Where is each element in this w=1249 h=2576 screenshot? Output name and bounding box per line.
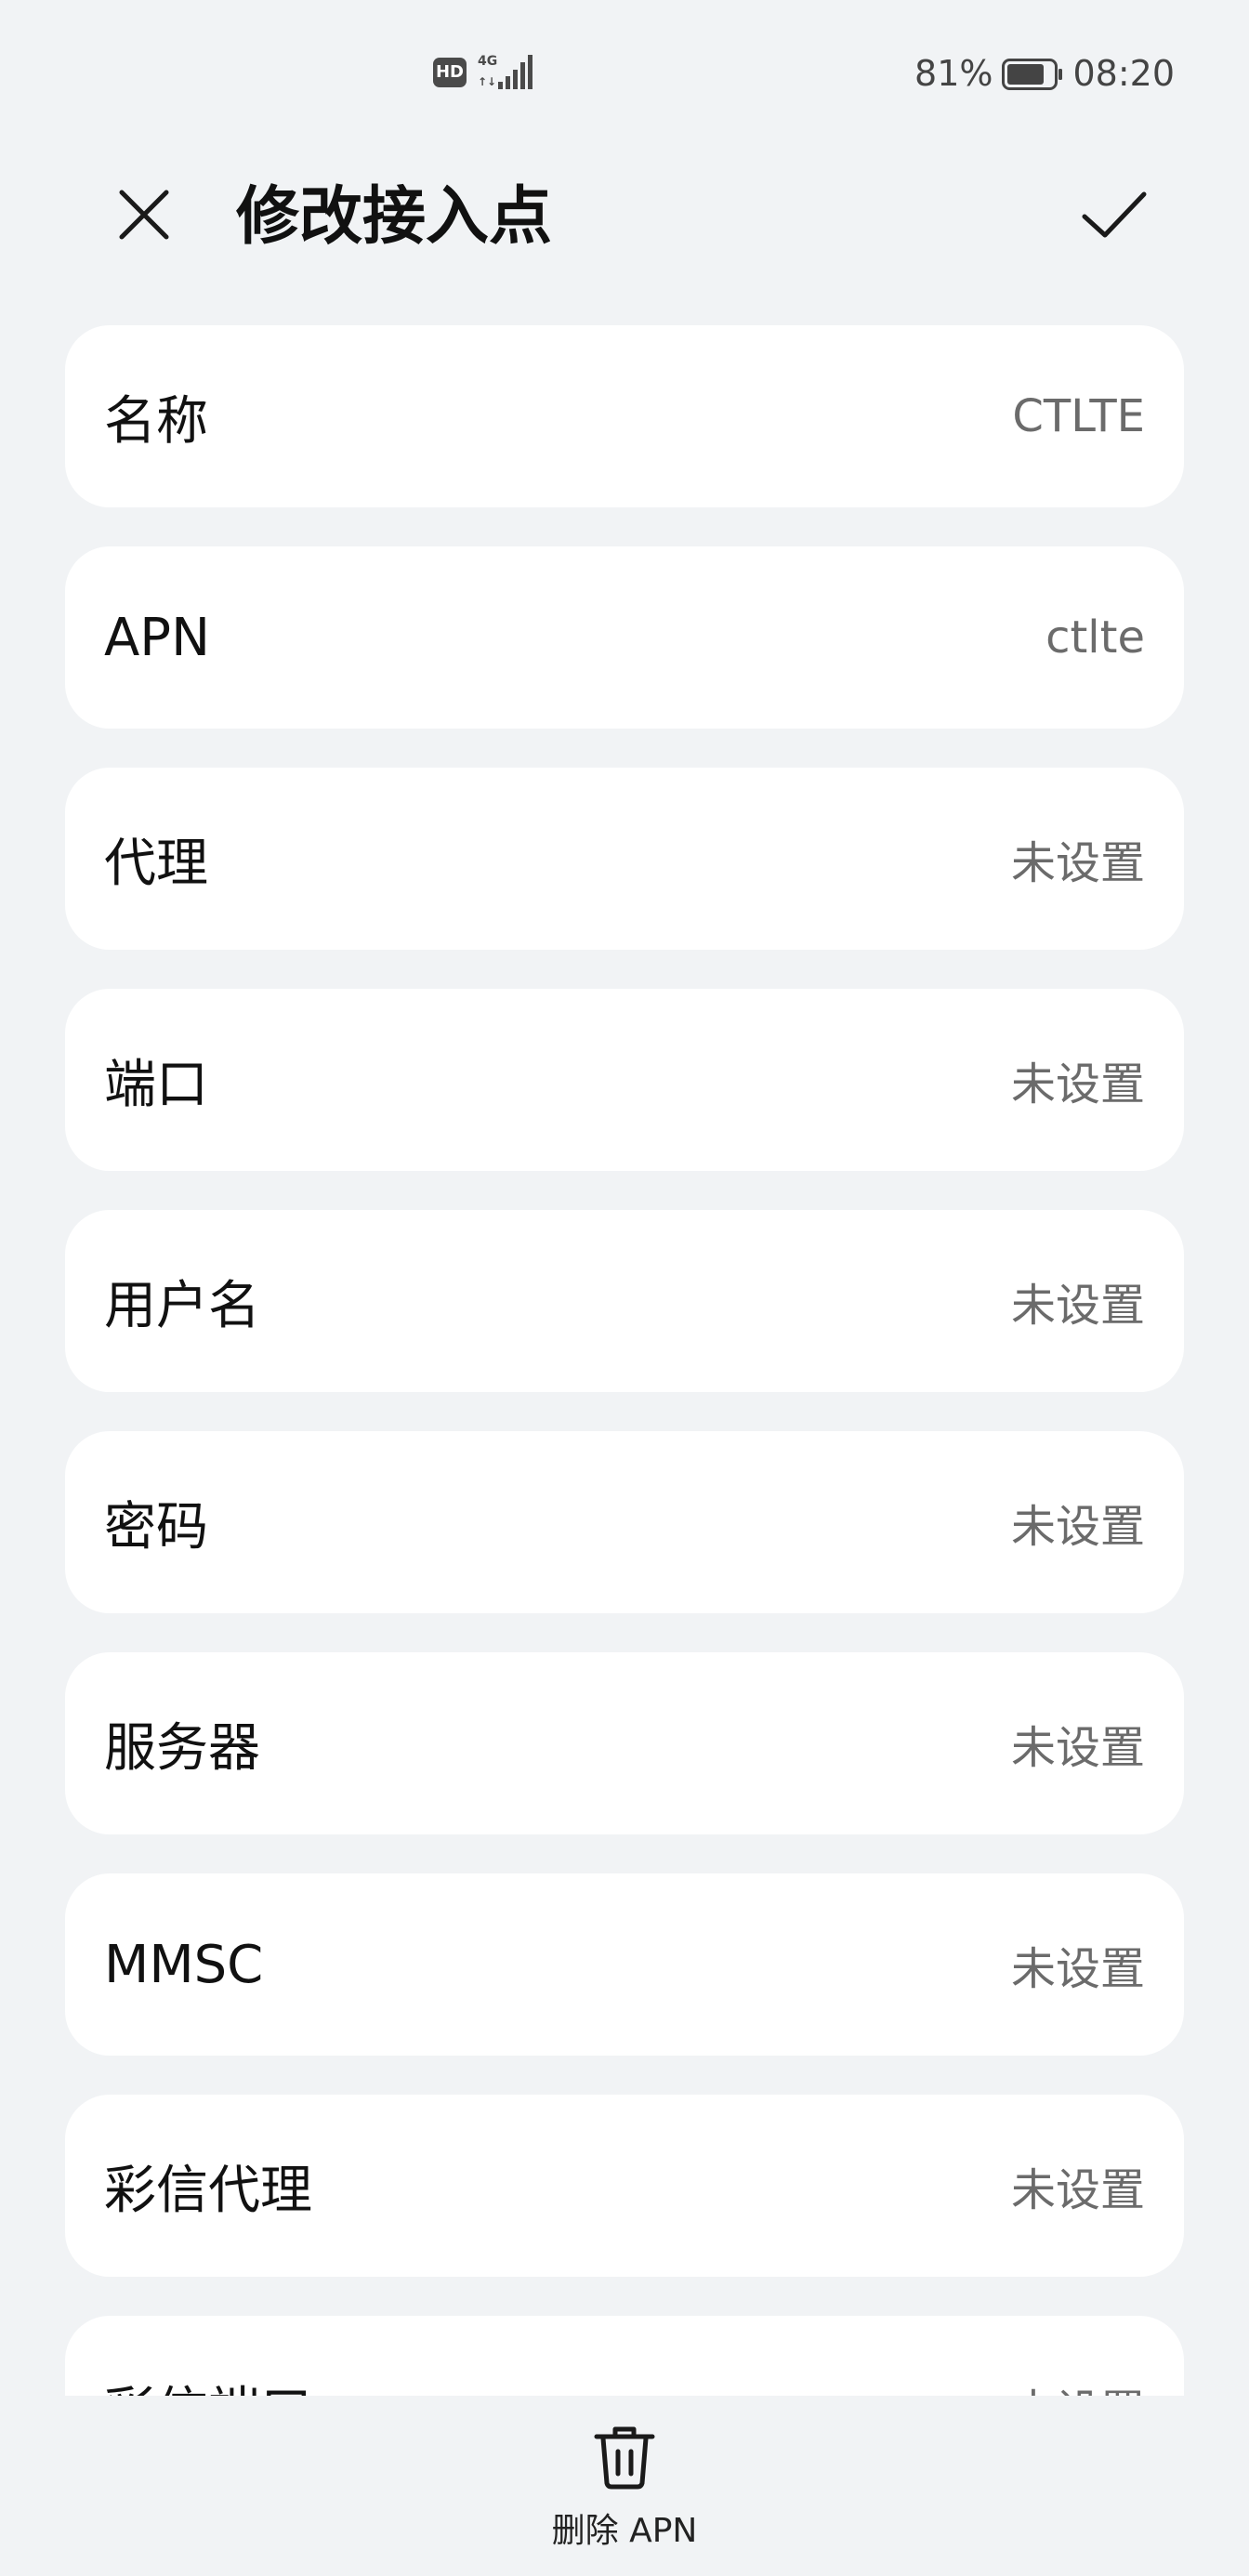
field-port[interactable]: 端口 未设置 bbox=[65, 989, 1184, 1171]
field-value: 未设置 bbox=[1011, 2374, 1145, 2396]
svg-text:↑↓: ↑↓ bbox=[478, 75, 496, 88]
field-username[interactable]: 用户名 未设置 bbox=[65, 1210, 1184, 1392]
signal-icon: 4G ↑↓ bbox=[476, 52, 533, 91]
close-button[interactable] bbox=[102, 173, 186, 256]
field-value: 未设置 bbox=[1010, 1722, 1145, 1774]
field-label: 端口 bbox=[104, 1054, 208, 1115]
clock: 08:20 bbox=[1072, 53, 1175, 94]
field-value: 未设置 bbox=[1010, 1943, 1145, 1995]
field-value: 未设置 bbox=[1010, 1501, 1145, 1553]
field-label: MMSC bbox=[104, 1934, 264, 1995]
field-value: 未设置 bbox=[1010, 1280, 1145, 1332]
field-label: 彩信代理 bbox=[104, 2160, 312, 2221]
field-server[interactable]: 服务器 未设置 bbox=[65, 1652, 1184, 1834]
field-mms-port[interactable]: 彩信端口 未设置 bbox=[65, 2316, 1184, 2396]
field-value: ctlte bbox=[1045, 611, 1145, 664]
confirm-button[interactable] bbox=[1072, 173, 1156, 256]
close-icon bbox=[119, 190, 169, 240]
battery-percent: 81% bbox=[914, 53, 993, 94]
field-label: 名称 bbox=[104, 390, 208, 452]
battery-icon bbox=[1002, 58, 1063, 90]
field-label: 代理 bbox=[104, 833, 208, 894]
field-proxy[interactable]: 代理 未设置 bbox=[65, 768, 1184, 950]
check-icon bbox=[1082, 191, 1147, 238]
status-right: 81% 08:20 bbox=[914, 50, 1175, 97]
hd-badge: HD bbox=[433, 58, 467, 87]
field-mms-proxy[interactable]: 彩信代理 未设置 bbox=[65, 2095, 1184, 2277]
app-bar: 修改接入点 bbox=[0, 158, 1249, 260]
apn-field-list: 名称 CTLTE APN ctlte 代理 未设置 端口 未设置 用户名 未设置… bbox=[65, 325, 1184, 2396]
field-label: 密码 bbox=[104, 1496, 208, 1557]
page-title: 修改接入点 bbox=[236, 180, 553, 254]
svg-text:4G: 4G bbox=[478, 54, 497, 69]
delete-apn-button[interactable]: 删除 APN bbox=[532, 2424, 717, 2563]
delete-apn-label: 删除 APN bbox=[551, 2512, 698, 2550]
field-password[interactable]: 密码 未设置 bbox=[65, 1431, 1184, 1613]
bottom-bar: 删除 APN bbox=[0, 2396, 1249, 2576]
field-apn[interactable]: APN ctlte bbox=[65, 546, 1184, 729]
field-value: 未设置 bbox=[1010, 1058, 1145, 1111]
field-value: 未设置 bbox=[1010, 837, 1145, 889]
trash-icon bbox=[594, 2426, 655, 2490]
status-bar: HD 4G ↑↓ 81% 08:20 bbox=[0, 0, 1249, 149]
field-label: APN bbox=[104, 607, 210, 668]
field-value: CTLTE bbox=[1012, 390, 1145, 442]
field-label: 服务器 bbox=[104, 1717, 260, 1779]
field-name[interactable]: 名称 CTLTE bbox=[65, 325, 1184, 507]
field-label: 用户名 bbox=[104, 1275, 260, 1336]
field-value: 未设置 bbox=[1010, 2164, 1145, 2216]
field-mmsc[interactable]: MMSC 未设置 bbox=[65, 1873, 1184, 2056]
field-label: 彩信端口 bbox=[104, 2370, 312, 2397]
